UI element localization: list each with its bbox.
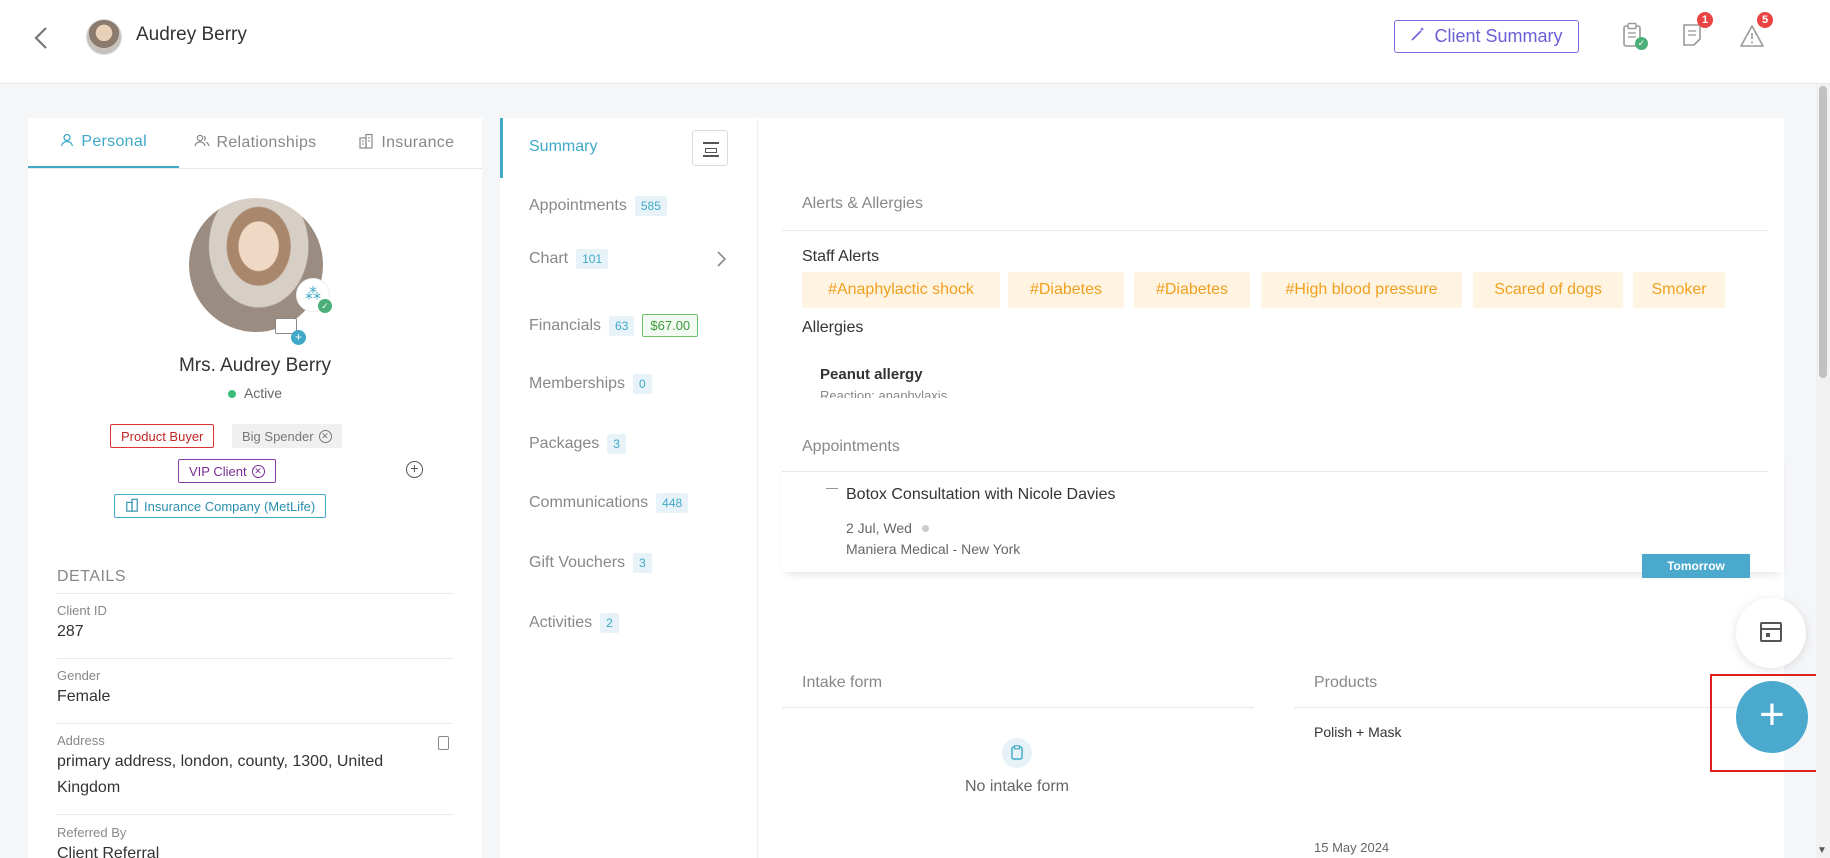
remove-tag-icon[interactable]: ✕ xyxy=(318,429,332,443)
product-date: 15 May 2024 xyxy=(1314,840,1390,855)
clipboard-check-icon[interactable]: ✓ xyxy=(1618,18,1648,54)
header-client-name: Audrey Berry xyxy=(136,24,247,45)
staff-alert-chip[interactable]: #High blood pressure xyxy=(1261,272,1462,308)
staff-alerts-heading: Staff Alerts xyxy=(802,248,880,265)
tab-relationships[interactable]: Relationships xyxy=(179,118,330,168)
address-label: Address xyxy=(57,733,105,748)
appointment-date: 2 Jul, Wed xyxy=(846,520,929,536)
back-arrow-icon[interactable] xyxy=(30,24,54,52)
relationships-icon xyxy=(193,134,210,153)
referred-label: Referred By xyxy=(57,825,127,840)
clipboard-icon xyxy=(1002,738,1032,768)
person-icon xyxy=(60,133,74,152)
no-intake-message: No intake form xyxy=(964,778,1070,795)
tag-product-buyer[interactable]: Product Buyer xyxy=(110,424,215,448)
divider xyxy=(57,814,453,815)
divider xyxy=(782,471,1768,472)
intake-form-heading: Intake form xyxy=(802,674,883,691)
appointment-title[interactable]: Botox Consultation with Nicole Davies xyxy=(846,486,1115,504)
appointments-heading: Appointments xyxy=(802,438,900,455)
warning-icon[interactable]: 5 xyxy=(1737,12,1773,54)
add-tag-icon[interactable]: + xyxy=(406,461,423,478)
notes-badge: 1 xyxy=(1697,12,1713,28)
tag-big-spender[interactable]: Big Spender ✕ xyxy=(232,424,342,448)
client-photo[interactable] xyxy=(189,198,323,332)
nav-packages[interactable]: Packages 3 xyxy=(529,434,626,454)
building-icon xyxy=(358,133,374,154)
nav-appointments[interactable]: Appointments 585 xyxy=(529,196,667,216)
tag-vip-client[interactable]: VIP Client ✕ xyxy=(178,459,276,483)
staff-alert-chip[interactable]: Scared of dogs xyxy=(1473,272,1623,308)
collapse-layout-button[interactable] xyxy=(692,130,728,166)
status-dot xyxy=(921,524,929,532)
staff-alert-chip[interactable]: #Anaphylactic shock xyxy=(802,272,1000,308)
add-card-icon[interactable]: + xyxy=(275,318,306,345)
profile-panel: Personal Relationships Insurance ⁂ ✓ + Mr… xyxy=(28,118,482,858)
appointment-marker xyxy=(826,488,838,489)
divider xyxy=(57,658,453,659)
building-icon xyxy=(125,498,139,515)
nav-financials[interactable]: Financials 63 $67.00 xyxy=(529,314,699,337)
divider xyxy=(57,593,453,594)
alerts-badge: 5 xyxy=(1757,12,1773,28)
summary-content: Alerts & Allergies Staff Alerts #Anaphyl… xyxy=(758,118,1784,858)
client-summary-label: Client Summary xyxy=(1434,26,1563,46)
allergy-reaction: Reaction: anaphylaxis xyxy=(820,388,948,398)
alerts-allergies-heading: Alerts & Allergies xyxy=(802,195,923,212)
referred-value: Client Referral xyxy=(57,845,160,858)
nav-chart[interactable]: Chart 101 xyxy=(529,249,609,269)
allergies-heading: Allergies xyxy=(802,319,864,336)
scroll-thumb[interactable] xyxy=(1819,86,1827,378)
staff-alert-chip[interactable]: #Diabetes xyxy=(1134,272,1250,308)
client-status: Active xyxy=(28,385,482,401)
tab-insurance[interactable]: Insurance xyxy=(331,118,482,168)
appointment-when-badge: Tomorrow xyxy=(1642,554,1750,578)
client-id-value: 287 xyxy=(57,623,84,640)
notes-icon[interactable]: 1 xyxy=(1677,12,1713,54)
divider xyxy=(1294,707,1764,708)
top-bar: Audrey Berry Client Summary ✓ 1 5 xyxy=(0,0,1830,84)
nav-summary[interactable]: Summary xyxy=(529,138,597,156)
nav-memberships[interactable]: Memberships 0 xyxy=(529,374,652,394)
staff-alert-chip[interactable]: Smoker xyxy=(1633,272,1725,308)
address-value: primary address, london, county, 1300, U… xyxy=(57,753,384,796)
page-scrollbar[interactable]: ▼ xyxy=(1816,84,1830,858)
client-summary-button[interactable]: Client Summary xyxy=(1394,20,1579,53)
wand-icon xyxy=(1410,26,1426,47)
fingerprint-verified-icon: ⁂ ✓ xyxy=(296,278,332,313)
nav-communications[interactable]: Communications 448 xyxy=(529,493,689,513)
remove-tag-icon[interactable]: ✕ xyxy=(251,464,265,478)
client-full-name: Mrs. Audrey Berry xyxy=(178,355,332,376)
divider xyxy=(782,230,1768,231)
divider xyxy=(57,723,453,724)
nav-activities[interactable]: Activities 2 xyxy=(529,613,619,633)
profile-tabs: Personal Relationships Insurance xyxy=(28,118,482,169)
calendar-icon xyxy=(1760,622,1782,642)
client-id-label: Client ID xyxy=(57,603,107,618)
tag-insurance[interactable]: Insurance Company (MetLife) xyxy=(114,494,327,518)
balance-badge: $67.00 xyxy=(642,314,699,337)
client-nav: Summary Appointments 585 Chart 101 Financi… xyxy=(500,118,758,858)
products-heading: Products xyxy=(1314,674,1378,691)
divider xyxy=(782,707,1254,708)
appointment-location: Maniera Medical - New York xyxy=(846,541,1021,557)
highlight-box xyxy=(1710,674,1830,772)
allergy-name: Peanut allergy xyxy=(820,366,923,383)
nav-active-indicator xyxy=(500,118,503,178)
scroll-down-arrow-icon[interactable]: ▼ xyxy=(1817,845,1827,856)
status-dot xyxy=(227,390,236,398)
copy-icon[interactable] xyxy=(438,736,449,750)
header-avatar[interactable] xyxy=(86,19,122,55)
product-item[interactable]: Polish + Mask xyxy=(1314,724,1402,740)
calendar-button[interactable] xyxy=(1736,598,1806,668)
details-heading: DETAILS xyxy=(57,568,126,585)
gender-value: Female xyxy=(57,688,111,705)
staff-alert-chip[interactable]: #Diabetes xyxy=(1008,272,1124,308)
gender-label: Gender xyxy=(57,668,101,683)
nav-gift-vouchers[interactable]: Gift Vouchers 3 xyxy=(529,553,652,573)
tab-personal[interactable]: Personal xyxy=(28,118,180,168)
chevron-right-icon[interactable] xyxy=(715,250,727,274)
